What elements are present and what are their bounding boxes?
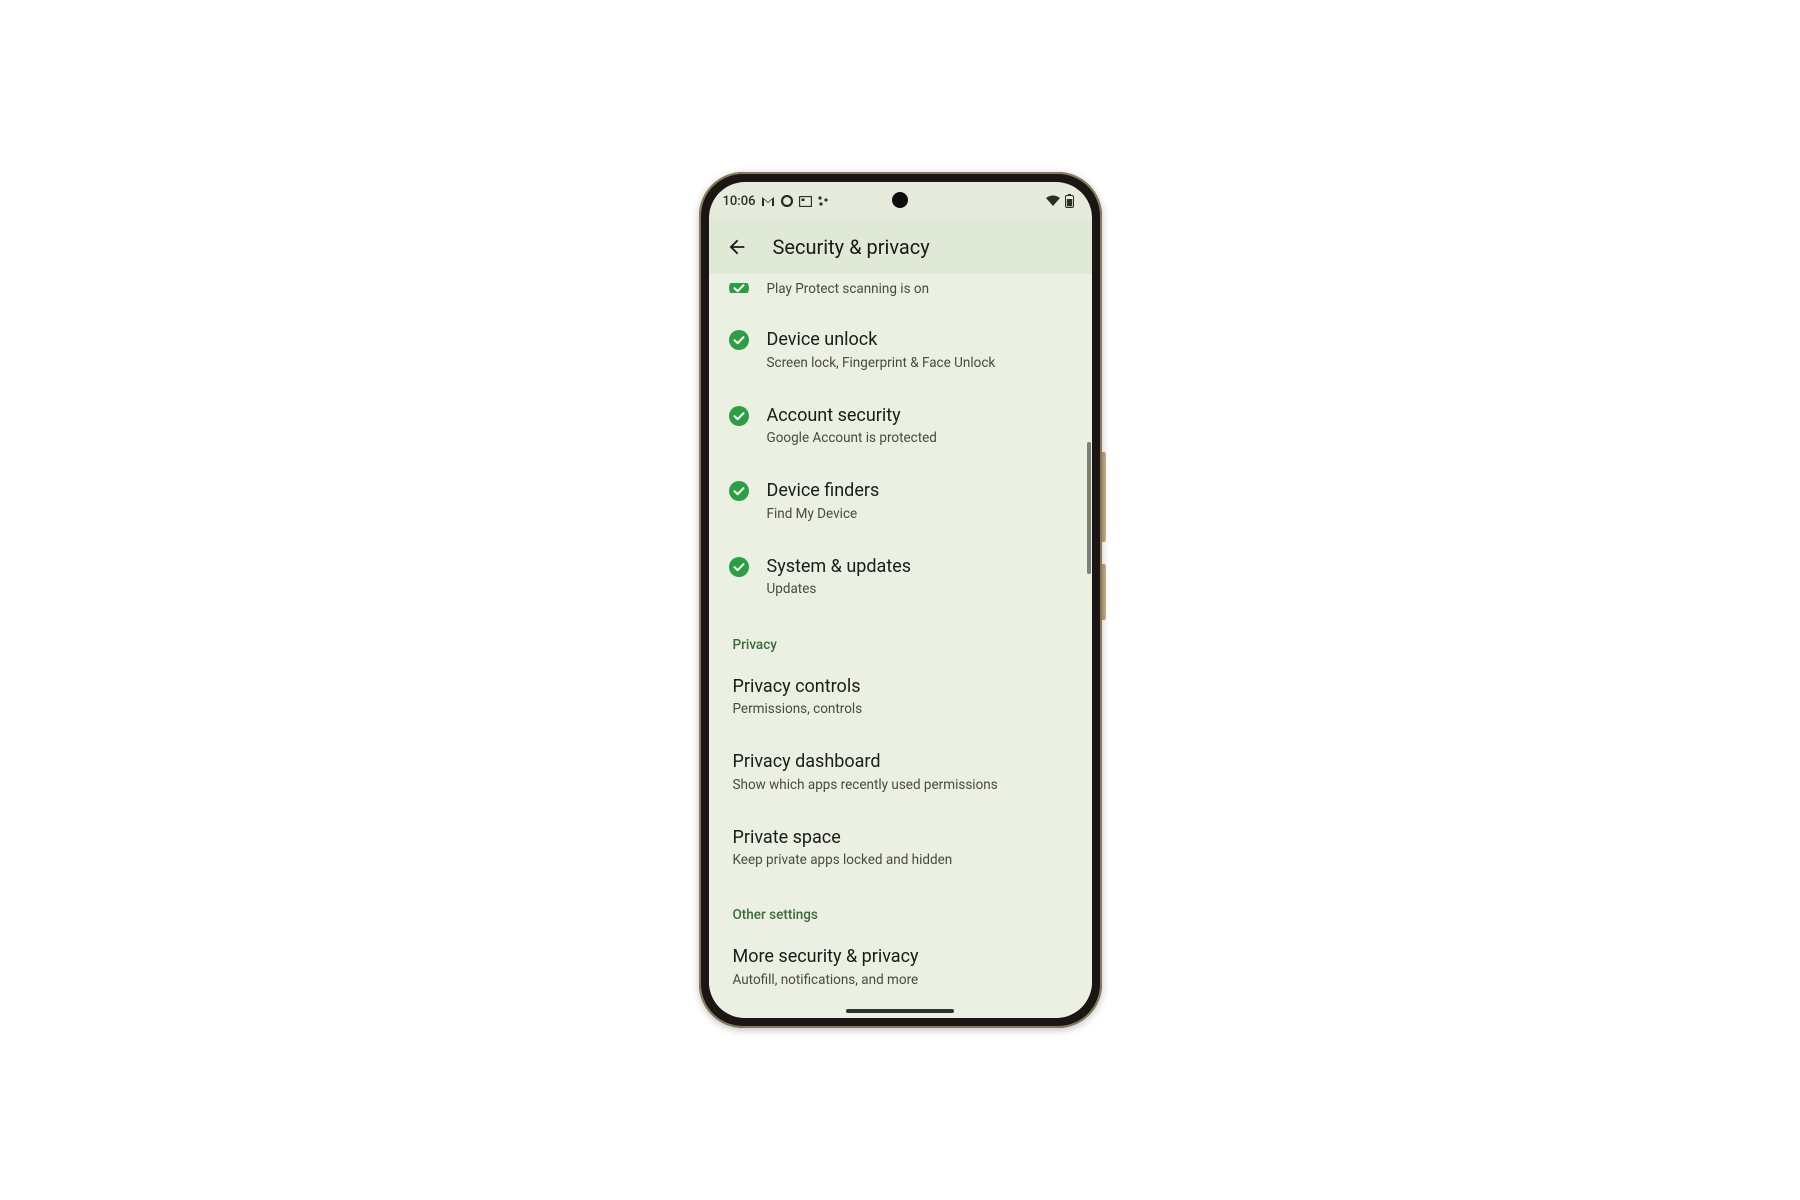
screen: 10:06	[709, 182, 1092, 1018]
gmail-icon	[761, 196, 775, 207]
check-badge-icon	[729, 481, 749, 501]
item-title: Device finders	[767, 479, 1068, 502]
list-item-privacy-dashboard[interactable]: Privacy dashboard Show which apps recent…	[709, 734, 1092, 810]
camera-hole	[892, 192, 908, 208]
app-bar: Security & privacy	[709, 220, 1092, 274]
list-item-privacy-controls[interactable]: Privacy controls Permissions, controls	[709, 659, 1092, 735]
scrollbar-thumb[interactable]	[1087, 442, 1091, 574]
gesture-bar[interactable]	[846, 1009, 954, 1013]
list-item-device-unlock[interactable]: Device unlock Screen lock, Fingerprint &…	[709, 312, 1092, 388]
item-title: Privacy dashboard	[733, 750, 1068, 773]
item-subtitle: Autofill, notifications, and more	[733, 971, 1068, 989]
item-title: Account security	[767, 404, 1068, 427]
card-icon	[799, 196, 812, 207]
arrow-back-icon	[726, 236, 748, 258]
wifi-icon	[1045, 195, 1061, 207]
section-header-privacy: Privacy	[709, 615, 1092, 659]
section-header-other: Other settings	[709, 885, 1092, 929]
circle-icon	[781, 195, 793, 207]
item-title: More security & privacy	[733, 945, 1068, 968]
item-subtitle: Google Account is protected	[767, 429, 1068, 447]
item-subtitle: Find My Device	[767, 505, 1068, 523]
list-item-more-security-privacy[interactable]: More security & privacy Autofill, notifi…	[709, 929, 1092, 1005]
item-subtitle: Updates	[767, 580, 1068, 598]
item-title: System & updates	[767, 555, 1068, 578]
content[interactable]: Play Protect scanning is on Device unloc…	[709, 274, 1092, 1018]
list-item-play-protect[interactable]: Play Protect scanning is on	[709, 274, 1092, 312]
item-title: Private space	[733, 826, 1068, 849]
volume-button	[1102, 452, 1106, 542]
dots-icon	[818, 196, 828, 206]
check-badge-icon	[729, 406, 749, 426]
list-item-system-updates[interactable]: System & updates Updates	[709, 539, 1092, 615]
item-subtitle: Screen lock, Fingerprint & Face Unlock	[767, 354, 1068, 372]
power-button	[1102, 564, 1106, 620]
back-button[interactable]	[725, 235, 749, 259]
item-subtitle: Show which apps recently used permission…	[733, 776, 1068, 794]
page-title: Security & privacy	[773, 235, 930, 259]
item-title: Privacy controls	[733, 675, 1068, 698]
item-subtitle: Play Protect scanning is on	[767, 280, 1068, 298]
status-time: 10:06	[723, 194, 756, 209]
check-badge-icon	[729, 330, 749, 350]
check-badge-icon	[729, 283, 749, 293]
check-badge-icon	[729, 557, 749, 577]
list-item-private-space[interactable]: Private space Keep private apps locked a…	[709, 810, 1092, 886]
item-subtitle: Permissions, controls	[733, 700, 1068, 718]
list-item-device-finders[interactable]: Device finders Find My Device	[709, 463, 1092, 539]
item-subtitle: Keep private apps locked and hidden	[733, 851, 1068, 869]
item-title: Device unlock	[767, 328, 1068, 351]
battery-icon	[1065, 194, 1074, 208]
list-item-account-security[interactable]: Account security Google Account is prote…	[709, 388, 1092, 464]
phone-frame: 10:06	[699, 172, 1102, 1028]
